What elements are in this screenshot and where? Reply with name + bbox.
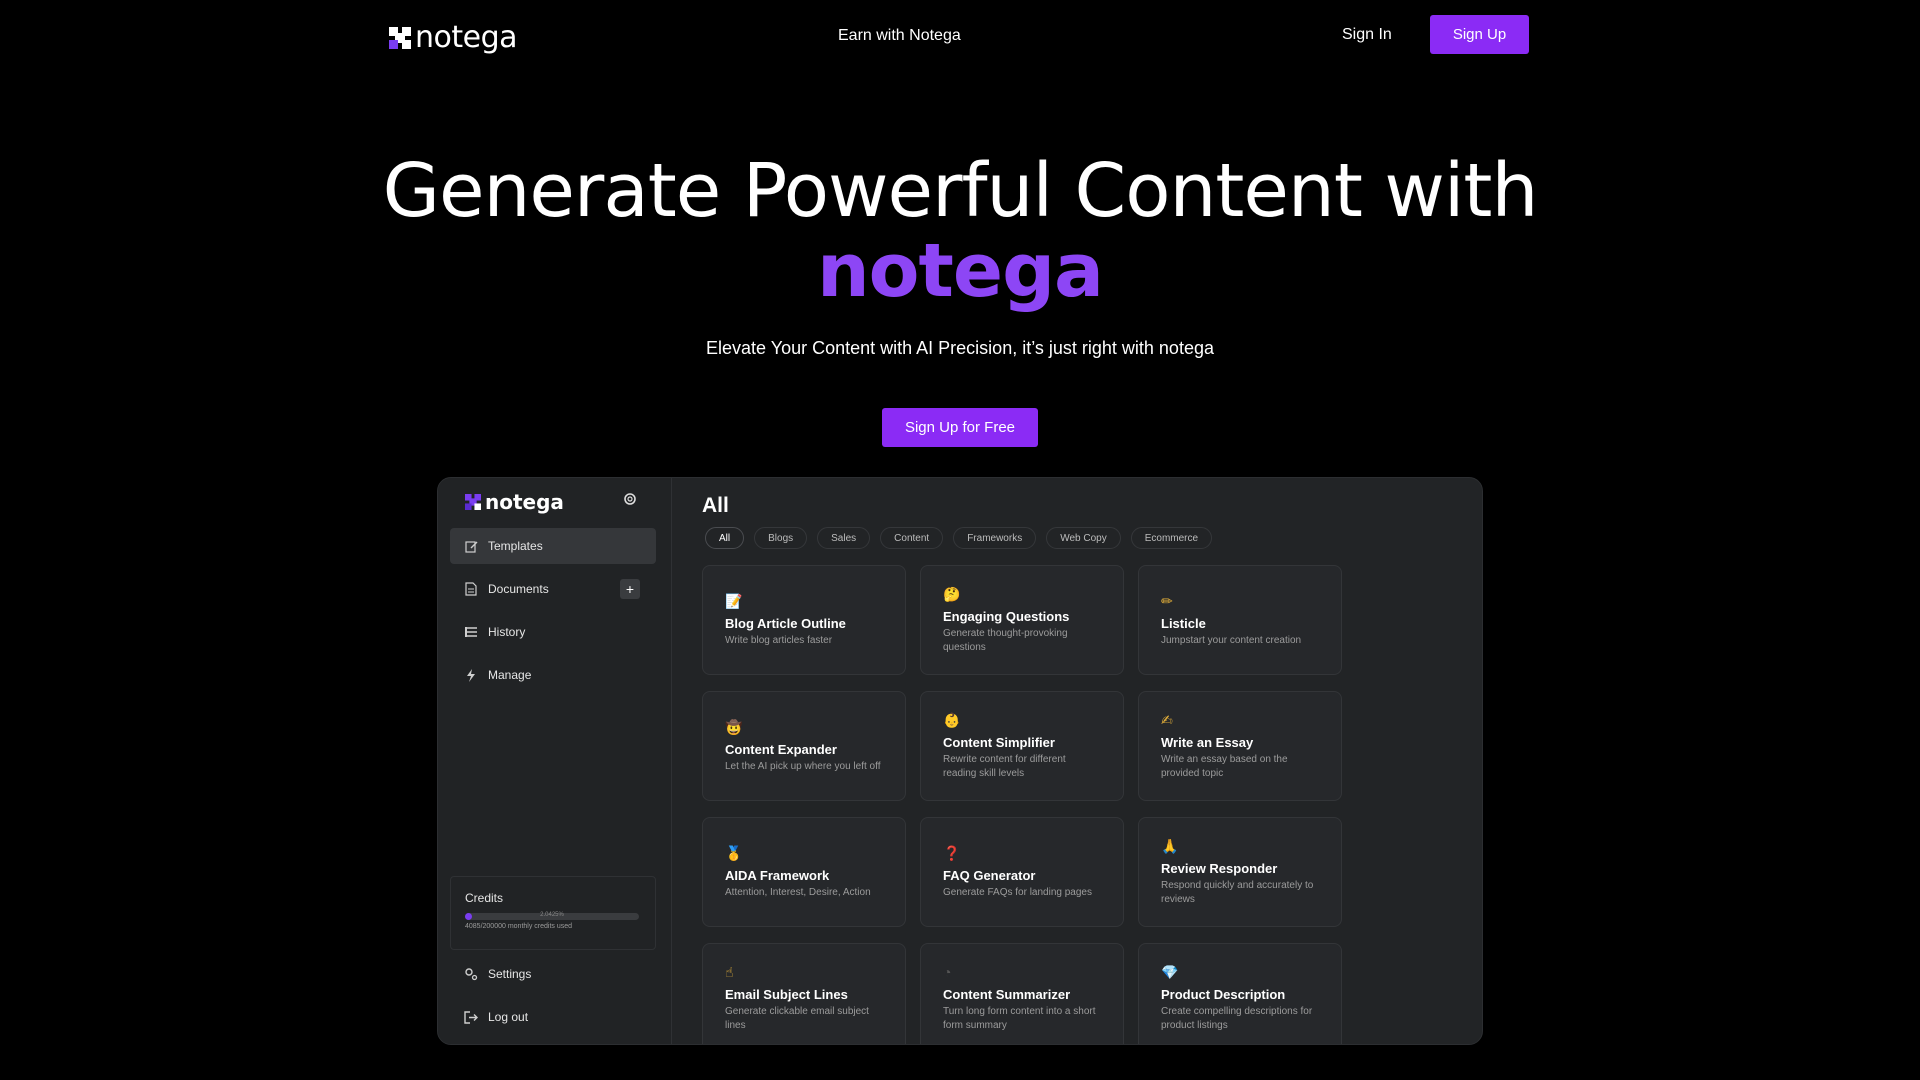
- template-card[interactable]: 💎 Product Description Create compelling …: [1138, 943, 1342, 1044]
- top-nav: notega Earn with Notega Sign In Sign Up: [0, 0, 1920, 70]
- template-title: Review Responder: [1161, 861, 1278, 876]
- template-emoji-icon: 👶: [943, 712, 961, 728]
- filter-chip[interactable]: Frameworks: [953, 527, 1037, 549]
- sidebar-item-label: Log out: [488, 1010, 529, 1024]
- template-title: AIDA Framework: [725, 868, 830, 883]
- theme-toggle-icon[interactable]: [622, 491, 638, 507]
- sidebar-logo[interactable]: notega: [465, 490, 564, 514]
- sidebar-item-label: Manage: [488, 668, 532, 682]
- template-description: Write blog articles faster: [725, 635, 833, 646]
- template-card[interactable]: 👶 Content Simplifier Rewrite content for…: [920, 691, 1124, 801]
- sidebar-item-label: History: [488, 625, 526, 639]
- template-emoji-icon: 🙏: [1161, 838, 1179, 854]
- sign-in-link[interactable]: Sign In: [1342, 26, 1392, 44]
- template-description: Create compelling descriptions for produ…: [1161, 1006, 1313, 1031]
- sidebar: notega Templates Documents + History Man…: [438, 478, 672, 1044]
- template-grid: 📝 Blog Article Outline Write blog articl…: [702, 565, 1342, 1044]
- filter-chip[interactable]: Web Copy: [1046, 527, 1121, 549]
- credits-progress-bar: 2.0425%: [465, 912, 639, 920]
- list-icon: [464, 625, 478, 639]
- sidebar-item-manage[interactable]: Manage: [450, 657, 656, 693]
- template-emoji-icon: 🥇: [725, 845, 743, 861]
- logo-mark-icon: [389, 26, 411, 49]
- template-title: Email Subject Lines: [725, 987, 848, 1002]
- edit-icon: [464, 539, 478, 553]
- sidebar-brand-name: notega: [485, 490, 564, 514]
- template-description: Write an essay based on the provided top…: [1161, 754, 1288, 779]
- template-card[interactable]: 📝 Blog Article Outline Write blog articl…: [702, 565, 906, 675]
- filter-chip[interactable]: Content: [880, 527, 944, 549]
- template-title: Engaging Questions: [943, 609, 1070, 624]
- credits-panel: Credits 2.0425% 4085/200000 monthly cred…: [450, 876, 656, 950]
- sidebar-item-logout[interactable]: Log out: [450, 999, 656, 1035]
- logo-mark-icon: [465, 494, 481, 510]
- template-title: Listicle: [1161, 616, 1206, 631]
- filter-chip[interactable]: Sales: [817, 527, 871, 549]
- template-description: Generate thought-provoking questions: [943, 628, 1068, 653]
- template-emoji-icon: ✍: [1161, 712, 1173, 728]
- credits-title: Credits: [465, 891, 504, 905]
- document-icon: [464, 582, 478, 596]
- credits-percent: 2.0425%: [540, 912, 564, 918]
- sidebar-item-documents[interactable]: Documents +: [450, 571, 656, 607]
- template-title: Write an Essay: [1161, 735, 1254, 750]
- hero-title: Generate Powerful Content with: [382, 148, 1539, 234]
- template-card[interactable]: 🤠 Content Expander Let the AI pick up wh…: [702, 691, 906, 801]
- template-emoji-icon: ☝: [725, 964, 734, 980]
- template-card[interactable]: 🤔 Engaging Questions Generate thought-pr…: [920, 565, 1124, 675]
- add-document-button[interactable]: +: [620, 579, 640, 599]
- sign-up-button[interactable]: Sign Up: [1430, 15, 1529, 54]
- template-description: Let the AI pick up where you left off: [725, 761, 881, 772]
- template-emoji-icon: 💎: [1161, 964, 1179, 980]
- app-preview: notega Templates Documents + History Man…: [437, 477, 1483, 1045]
- template-emoji-icon: ❓: [943, 845, 961, 861]
- template-emoji-icon: 📝: [725, 593, 743, 609]
- filter-tabs: All Blogs Sales Content Frameworks Web C…: [705, 527, 1213, 549]
- template-description: Generate clickable email subject lines: [725, 1006, 869, 1031]
- hero-subtitle: Elevate Your Content with AI Precision, …: [706, 338, 1214, 358]
- template-card[interactable]: 🥇 AIDA Framework Attention, Interest, De…: [702, 817, 906, 927]
- template-card[interactable]: ◔ Content Summarizer Turn long form cont…: [920, 943, 1124, 1044]
- sidebar-item-templates[interactable]: Templates: [450, 528, 656, 564]
- template-card[interactable]: ☝ Email Subject Lines Generate clickable…: [702, 943, 906, 1044]
- credits-used: 4085/200000 monthly credits used: [465, 923, 573, 930]
- filter-chip[interactable]: All: [705, 527, 745, 549]
- bolt-icon: [464, 668, 478, 682]
- template-card[interactable]: ✍ Write an Essay Write an essay based on…: [1138, 691, 1342, 801]
- sidebar-item-settings[interactable]: Settings: [450, 956, 656, 992]
- sidebar-item-history[interactable]: History: [450, 614, 656, 650]
- template-description: Generate FAQs for landing pages: [943, 887, 1092, 898]
- hero-brand: notega: [817, 228, 1104, 314]
- sign-up-free-button[interactable]: Sign Up for Free: [882, 408, 1038, 447]
- template-card[interactable]: 🙏 Review Responder Respond quickly and a…: [1138, 817, 1342, 927]
- template-description: Turn long form content into a short form…: [943, 1006, 1096, 1031]
- template-title: FAQ Generator: [943, 868, 1036, 883]
- template-title: Content Simplifier: [943, 735, 1055, 750]
- earn-link[interactable]: Earn with Notega: [838, 27, 961, 45]
- template-title: Product Description: [1161, 987, 1286, 1002]
- logout-icon: [464, 1010, 478, 1024]
- template-description: Jumpstart your content creation: [1161, 635, 1302, 646]
- sidebar-item-label: Templates: [488, 539, 543, 553]
- sidebar-item-label: Settings: [488, 967, 532, 981]
- brand-logo[interactable]: notega: [389, 20, 518, 55]
- sidebar-item-label: Documents: [488, 582, 549, 596]
- brand-name: notega: [415, 20, 518, 55]
- filter-chip[interactable]: Ecommerce: [1130, 527, 1213, 549]
- template-description: Respond quickly and accurately to review…: [1161, 880, 1314, 905]
- template-emoji-icon: ✏: [1161, 593, 1173, 609]
- main-title: All: [702, 494, 729, 517]
- template-emoji-icon: ◔: [943, 964, 952, 980]
- template-title: Blog Article Outline: [725, 616, 846, 631]
- template-emoji-icon: 🤔: [943, 586, 961, 602]
- template-title: Content Expander: [725, 742, 837, 757]
- filter-chip[interactable]: Blogs: [754, 527, 808, 549]
- template-description: Rewrite content for different reading sk…: [943, 754, 1066, 779]
- template-title: Content Summarizer: [943, 987, 1071, 1002]
- template-description: Attention, Interest, Desire, Action: [725, 887, 871, 898]
- template-card[interactable]: ❓ FAQ Generator Generate FAQs for landin…: [920, 817, 1124, 927]
- settings-icon: [464, 967, 478, 981]
- template-card[interactable]: ✏ Listicle Jumpstart your content creati…: [1138, 565, 1342, 675]
- template-emoji-icon: 🤠: [725, 719, 743, 735]
